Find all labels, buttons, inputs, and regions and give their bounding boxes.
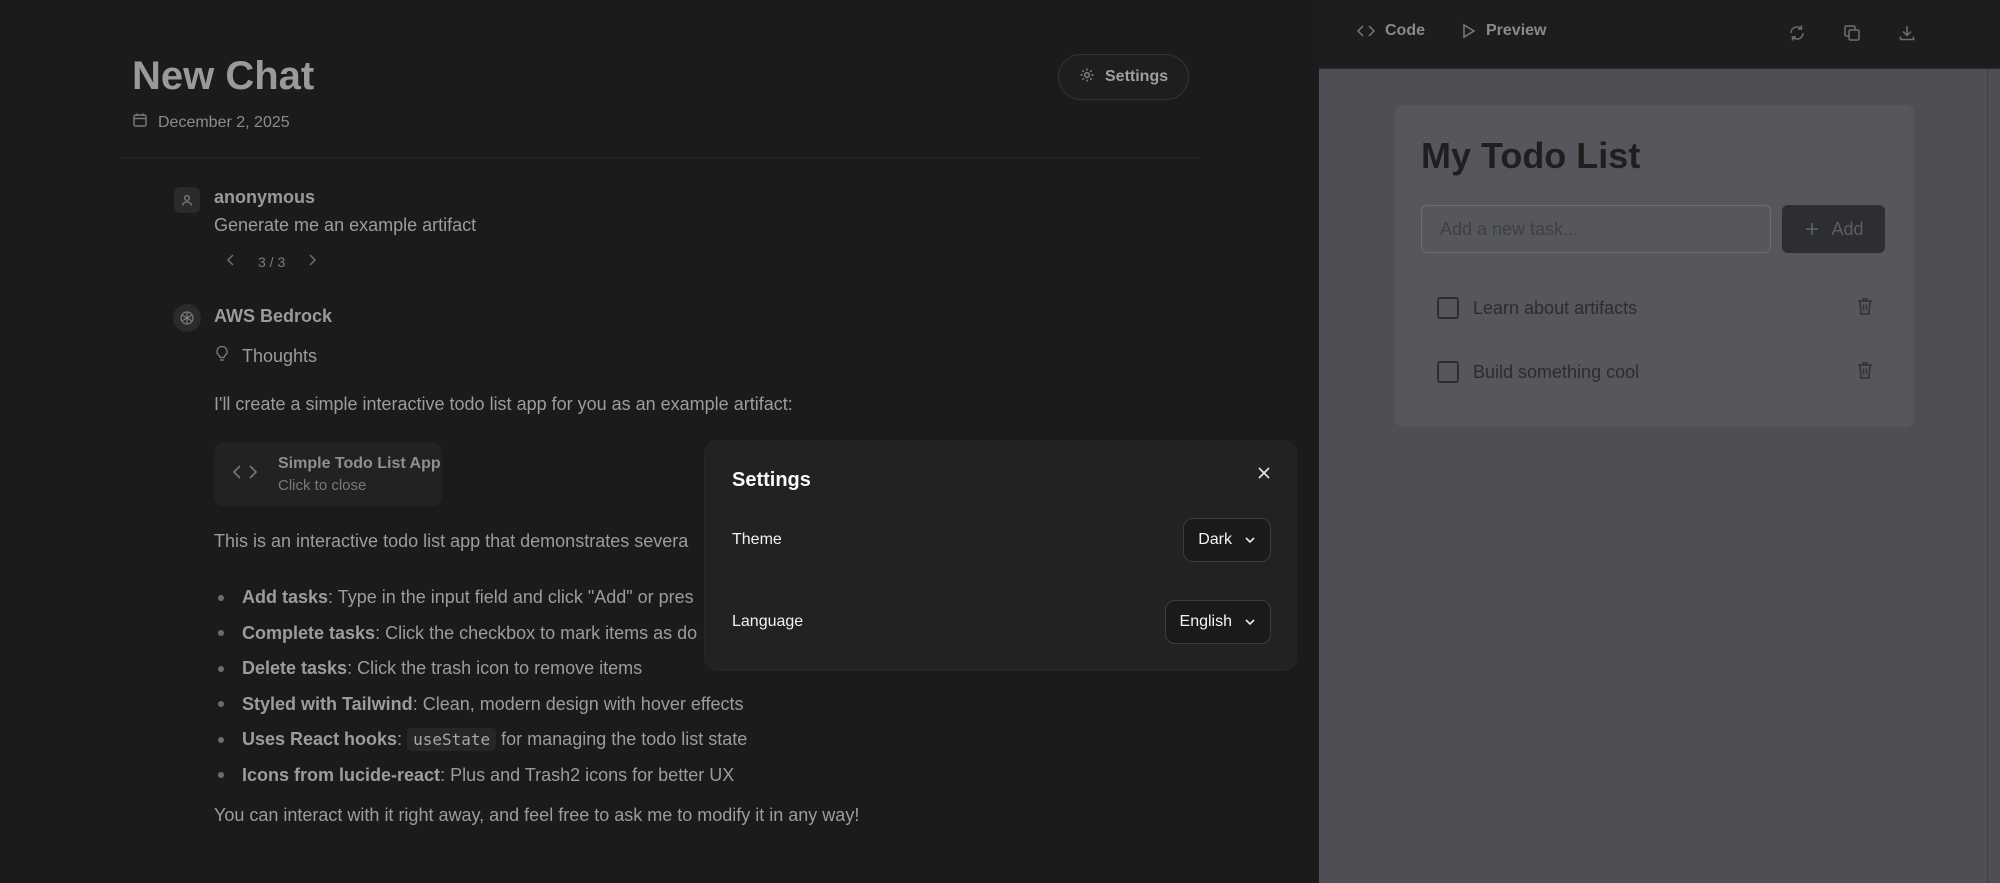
feature-name: Complete tasks [242, 622, 376, 643]
user-icon [181, 194, 193, 206]
list-item: Add tasks: Type in the input field and c… [214, 580, 747, 616]
lightbulb-icon [214, 345, 230, 368]
artifact-toolbar: Code Preview [1319, 0, 2000, 69]
todo-checkbox[interactable] [1437, 297, 1459, 319]
list-item: Delete tasks: Click the trash icon to re… [214, 651, 747, 687]
settings-button-label: Settings [1105, 68, 1169, 85]
gear-icon [1079, 67, 1095, 88]
language-value: English [1179, 613, 1232, 630]
todo-checkbox[interactable] [1437, 361, 1459, 383]
settings-button[interactable]: Settings [1058, 54, 1190, 100]
feature-text: : Clean, modern design with hover effect… [412, 693, 744, 714]
code-icon [1357, 25, 1375, 37]
feature-name: Delete tasks [242, 658, 348, 679]
list-item: Styled with Tailwind: Clean, modern desi… [214, 687, 747, 723]
tab-code[interactable]: Code [1357, 22, 1425, 40]
feature-text: : Click the trash icon to remove items [347, 658, 643, 679]
artifact-card[interactable]: Simple Todo List App Click to close [214, 442, 442, 506]
settings-modal: Settings Theme Dark Language English [704, 440, 1297, 671]
theme-label: Theme [732, 531, 782, 548]
language-label: Language [732, 613, 804, 630]
feature-text: : Click the checkbox to mark items as do [375, 622, 698, 643]
message-pager: 3 / 3 [226, 253, 317, 270]
thoughts-toggle[interactable]: Thoughts [214, 345, 317, 368]
refresh-icon[interactable] [1788, 24, 1806, 47]
feature-name: Styled with Tailwind [242, 693, 413, 714]
tab-preview-label: Preview [1486, 22, 1547, 39]
language-row: Language English [732, 600, 1271, 644]
inline-code: useState [407, 728, 497, 752]
add-task-label: Add [1831, 218, 1864, 239]
play-icon [1463, 23, 1476, 39]
scrollbar-track[interactable] [1987, 69, 1988, 883]
assistant-description: This is an interactive todo list app tha… [214, 531, 689, 551]
todo-title: My Todo List [1421, 135, 1641, 176]
assistant-sender: AWS Bedrock [214, 306, 333, 326]
user-message [174, 187, 200, 213]
trash-icon[interactable] [1856, 360, 1874, 385]
todo-app: My Todo List Add Learn about artifacts B… [1395, 105, 1914, 427]
feature-text: : Type in the input field and click "Add… [328, 587, 694, 608]
artifact-subtitle: Click to close [278, 476, 367, 494]
bedrock-logo-icon [180, 311, 194, 325]
user-sender: anonymous [214, 187, 316, 207]
assistant-avatar [173, 304, 201, 332]
feature-text: for managing the todo list state [496, 729, 748, 750]
close-icon[interactable] [1254, 463, 1274, 483]
feature-name: Add tasks [242, 587, 329, 608]
tab-code-label: Code [1385, 22, 1425, 39]
chevron-down-icon [1245, 537, 1255, 544]
language-select[interactable]: English [1164, 600, 1271, 644]
code-icon [232, 463, 258, 486]
todo-item: Build something cool [1421, 346, 1888, 398]
chevron-left-icon[interactable] [226, 253, 236, 270]
chat-header: New Chat December 2, 2025 Settings [120, 30, 1200, 158]
assistant-closing: You can interact with it right away, and… [214, 805, 860, 825]
calendar-icon [132, 112, 148, 133]
feature-text: : Plus and Trash2 icons for better UX [440, 764, 735, 785]
theme-select[interactable]: Dark [1183, 518, 1271, 562]
list-item: Uses React hooks: useState for managing … [214, 722, 747, 758]
pager-text: 3 / 3 [258, 253, 286, 270]
todo-item-text: Build something cool [1473, 361, 1640, 382]
feature-text: : [397, 729, 408, 750]
chat-date: December 2, 2025 [132, 112, 290, 133]
feature-list: Add tasks: Type in the input field and c… [214, 580, 747, 793]
chevron-down-icon [1245, 619, 1255, 626]
modal-title: Settings [732, 469, 811, 491]
trash-icon[interactable] [1856, 296, 1874, 321]
todo-item-text: Learn about artifacts [1473, 297, 1638, 318]
thoughts-label: Thoughts [242, 346, 318, 366]
plus-icon [1806, 223, 1819, 235]
tab-preview[interactable]: Preview [1462, 22, 1546, 40]
page-title: New Chat [132, 54, 315, 98]
artifact-title: Simple Todo List App [278, 454, 441, 472]
feature-name: Icons from lucide-react [242, 764, 441, 785]
list-item: Icons from lucide-react: Plus and Trash2… [214, 758, 747, 794]
copy-icon[interactable] [1843, 24, 1861, 47]
assistant-message [173, 304, 201, 332]
theme-row: Theme Dark [732, 518, 1271, 562]
user-avatar [174, 187, 200, 213]
artifact-panel: Code Preview My Todo List Add Learn abou… [1319, 0, 2000, 883]
chevron-right-icon[interactable] [307, 253, 317, 270]
list-item: Complete tasks: Click the checkbox to ma… [214, 616, 747, 652]
download-icon[interactable] [1898, 24, 1916, 47]
feature-name: Uses React hooks [242, 729, 398, 750]
theme-value: Dark [1198, 531, 1232, 548]
date-text: December 2, 2025 [158, 113, 290, 131]
add-task-button[interactable]: Add [1782, 205, 1885, 253]
assistant-intro: I'll create a simple interactive todo li… [214, 394, 793, 414]
todo-input[interactable] [1421, 205, 1771, 253]
todo-item: Learn about artifacts [1421, 282, 1888, 334]
user-message-text: Generate me an example artifact [214, 215, 477, 235]
